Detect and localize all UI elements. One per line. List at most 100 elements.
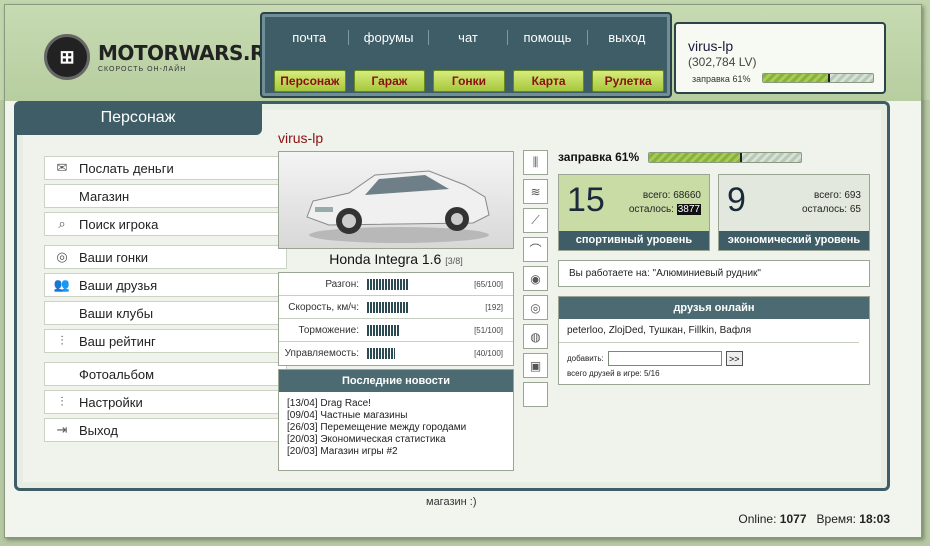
empty-slot[interactable]	[523, 382, 548, 407]
friends-list[interactable]: peterloo, ZlojDed, Тушкан, Fillkin, Вафл…	[559, 319, 859, 343]
label: всего:	[814, 190, 842, 201]
sidebar-item-your-clubs[interactable]: Ваши клубы	[44, 301, 287, 325]
stat-acceleration: Разгон: [65/100]	[279, 273, 513, 296]
spring-icon[interactable]: ≋	[523, 179, 548, 204]
link-help[interactable]: помощь	[508, 30, 588, 45]
stat-value: [51/100]	[474, 325, 503, 335]
sidebar-item-your-races[interactable]: ◎ Ваши гонки	[44, 245, 287, 269]
econ-level-details: всего: 693 осталось: 65	[802, 189, 861, 217]
news-item[interactable]: [13/04] Drag Race!	[287, 398, 505, 410]
turbo-icon[interactable]: ◍	[523, 324, 548, 349]
sidebar: ✉ Послать деньги Магазин ⌕ Поиск игрока ◎ В…	[44, 156, 287, 446]
car-stats: Разгон: [65/100] Скорость, км/ч: [192] Тор…	[278, 272, 514, 366]
logo-mark-icon: ⊞	[44, 34, 90, 80]
wheel-icon[interactable]: ◎	[523, 295, 548, 320]
car-owner-name[interactable]: virus-lp	[278, 130, 323, 146]
link-forums[interactable]: форумы	[349, 30, 429, 45]
news-item[interactable]: [20/03] Экономическая статистика	[287, 434, 505, 446]
brake-disc-icon[interactable]: ◉	[523, 266, 548, 291]
section-title: Персонаж	[14, 101, 262, 135]
sidebar-item-photo-album[interactable]: Фотоальбом	[44, 362, 287, 386]
fuel-bar	[648, 152, 802, 163]
online-count: 1077	[779, 512, 807, 526]
sidebar-item-send-money[interactable]: ✉ Послать деньги	[44, 156, 287, 180]
stat-value: [192]	[485, 302, 503, 312]
econ-level-value: 9	[727, 181, 746, 219]
spark-plug-icon[interactable]: ⟋	[523, 208, 548, 233]
news-item[interactable]: [20/03] Магазин игры #2	[287, 446, 505, 458]
add-friend-input[interactable]	[607, 351, 722, 366]
tab-map[interactable]: Карта	[512, 70, 585, 92]
sport-total: 68660	[673, 190, 701, 201]
work-status: Вы работаете на: "Алюминиевый рудник"	[558, 260, 870, 287]
link-mail[interactable]: почта	[270, 30, 350, 45]
status-text: магазин :)	[426, 496, 477, 508]
sidebar-item-find-player[interactable]: ⌕ Поиск игрока	[44, 212, 287, 236]
online-info: Online: 1077 Время: 18:03	[738, 512, 890, 526]
sidebar-item-settings[interactable]: ⫶ Настройки	[44, 390, 287, 414]
sidebar-item-label: Поиск игрока	[79, 216, 159, 232]
stat-gauge	[367, 324, 399, 336]
friends-total: всего друзей в игре: 5/16	[567, 369, 660, 378]
user-fuel-label: заправка 61%	[692, 74, 751, 84]
sport-left: 3877	[676, 204, 701, 215]
logo[interactable]: ⊞ MOTORWARS.RU СКОРОСТЬ ОН-ЛАЙН	[44, 34, 281, 80]
news-item[interactable]: [26/03] Перемещение между городами	[287, 422, 505, 434]
sport-level-details: всего: 68660 осталось: 3877	[629, 189, 701, 217]
stat-speed: Скорость, км/ч: [192]	[279, 296, 513, 319]
label: осталось:	[628, 204, 674, 215]
logo-subtitle: СКОРОСТЬ ОН-ЛАЙН	[98, 66, 187, 73]
news-item[interactable]: [09/04] Частные магазины	[287, 410, 505, 422]
sidebar-item-label: Послать деньги	[79, 160, 174, 176]
tab-character[interactable]: Персонаж	[274, 70, 346, 92]
friends-online-panel: друзья онлайн peterloo, ZlojDed, Тушкан,…	[558, 296, 870, 385]
car-slot: [3/8]	[445, 256, 463, 266]
belt-icon[interactable]: ⌒	[523, 237, 548, 262]
car-model: Honda Integra 1.6 [3/8]	[278, 251, 514, 267]
online-label: Online:	[738, 512, 777, 526]
stat-gauge	[367, 348, 395, 359]
user-box: virus-lp (302,784 LV) заправка 61%	[674, 22, 886, 94]
econ-level-caption: экономический уровень	[719, 231, 869, 250]
top-navigation: почта форумы чат помощь выход Персонаж Г…	[260, 12, 672, 98]
stat-value: [65/100]	[474, 279, 503, 289]
search-icon: ⌕	[58, 216, 66, 231]
news-list: [13/04] Drag Race! [09/04] Частные магаз…	[279, 392, 513, 464]
stat-gauge	[367, 301, 409, 313]
tab-roulette[interactable]: Рулетка	[592, 70, 664, 92]
car-illustration	[306, 170, 490, 243]
link-logout[interactable]: выход	[588, 30, 666, 45]
sidebar-item-logout[interactable]: ⇥ Выход	[44, 418, 287, 442]
top-links: почта форумы чат помощь выход	[270, 30, 666, 45]
car-model-name: Honda Integra 1.6	[329, 251, 442, 267]
label: осталось:	[802, 204, 848, 215]
sport-level-panel: 15 всего: 68660 осталось: 3877 спортивны…	[558, 174, 710, 251]
sidebar-item-shop[interactable]: Магазин	[44, 184, 287, 208]
news-panel: Последние новости [13/04] Drag Race! [09…	[278, 369, 514, 471]
stat-label: Торможение:	[298, 324, 359, 336]
gearbox-icon[interactable]: ▣	[523, 353, 548, 378]
sidebar-item-label: Ваши гонки	[79, 249, 149, 265]
sidebar-item-your-friends[interactable]: 👥 Ваши друзья	[44, 273, 287, 297]
time-label: Время:	[816, 512, 856, 526]
tab-races[interactable]: Гонки	[433, 70, 505, 92]
sidebar-item-label: Ваши клубы	[79, 305, 154, 321]
news-title: Последние новости	[279, 370, 513, 392]
shock-absorber-icon[interactable]: ⫼	[523, 150, 548, 175]
stat-braking: Торможение: [51/100]	[279, 319, 513, 342]
sidebar-item-label: Магазин	[79, 188, 130, 204]
sport-level-caption: спортивный уровень	[559, 231, 709, 250]
sidebar-item-your-rating[interactable]: ⫶ Ваш рейтинг	[44, 329, 287, 353]
car-parts: ⫼ ≋ ⟋ ⌒ ◉ ◎ ◍ ▣	[523, 150, 549, 411]
link-chat[interactable]: чат	[429, 30, 509, 45]
user-name[interactable]: virus-lp	[688, 38, 733, 54]
sliders-icon: ⫶	[60, 394, 64, 409]
logo-title: MOTORWARS.RU	[98, 41, 281, 65]
sliders-icon: ⫶	[60, 333, 64, 348]
econ-level-panel: 9 всего: 693 осталось: 65 экономический …	[718, 174, 870, 251]
add-friend-button[interactable]: >>	[725, 351, 743, 366]
tab-garage[interactable]: Гараж	[353, 70, 426, 92]
label: всего:	[642, 190, 671, 201]
fuel-label: заправка 61%	[558, 150, 640, 164]
time-value: 18:03	[859, 512, 890, 526]
